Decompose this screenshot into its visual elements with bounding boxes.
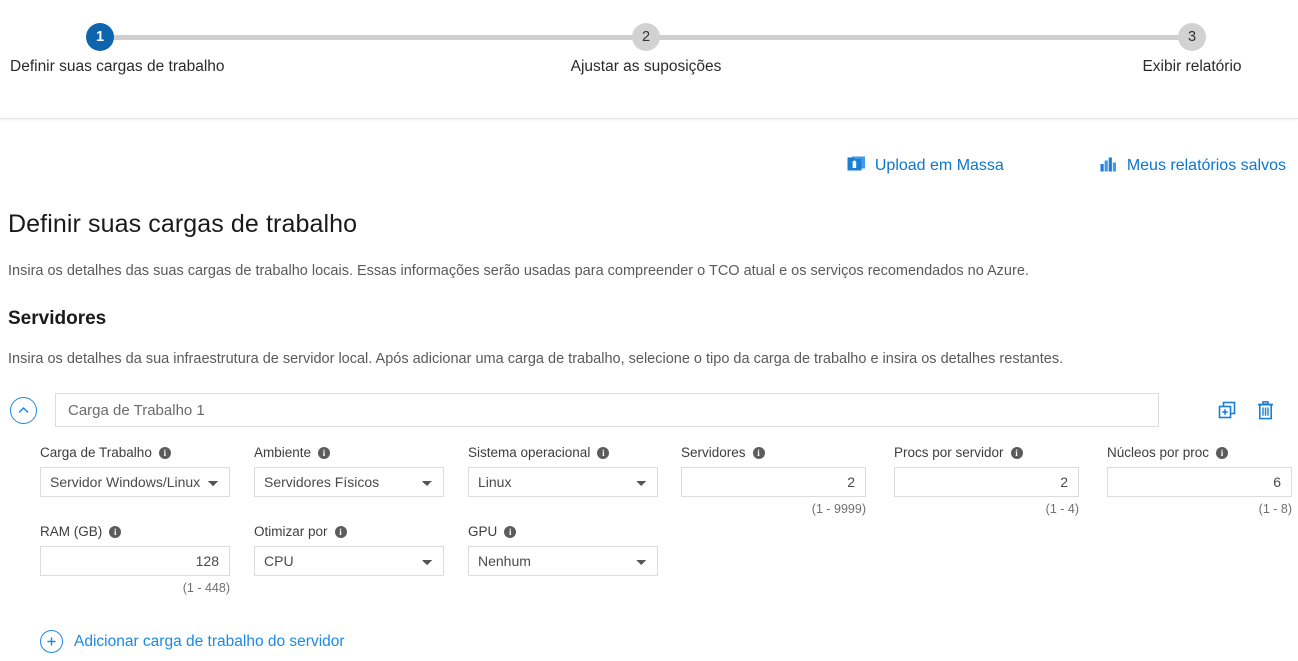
cores-per-proc-input[interactable] [1107,467,1292,497]
ram-range-hint: (1 - 448) [182,581,230,595]
workload-type-label-text: Carga de Trabalho [40,445,152,460]
cores-per-proc-range-hint: (1 - 8) [1258,502,1292,516]
folder-upload-icon [847,155,866,177]
ram-input[interactable] [40,546,230,576]
field-workload-type: Carga de Trabalho i Servidor Windows/Lin… [40,445,230,497]
cores-per-proc-label-text: Núcleos por proc [1107,445,1210,460]
info-icon[interactable]: i [597,446,610,459]
chevron-up-circle-icon[interactable] [10,396,37,424]
top-actions-bar: Upload em Massa Meus relatórios salvos [847,155,1286,177]
field-environment-label: Ambiente i [254,445,444,460]
field-workload-type-label: Carga de Trabalho i [40,445,230,460]
field-optimize-by: Otimizar por i CPU [254,524,444,576]
procs-per-server-input[interactable] [894,467,1079,497]
gpu-label-text: GPU [468,524,498,539]
field-servers-label: Servidores i [681,445,866,460]
saved-reports-link[interactable]: Meus relatórios salvos [1100,156,1286,177]
page-title: Definir suas cargas de trabalho [8,210,358,238]
workload-row-actions [1217,400,1276,421]
duplicate-icon[interactable] [1217,400,1238,421]
info-icon[interactable]: i [109,525,122,538]
operating-system-label-text: Sistema operacional [468,445,591,460]
stepper-step-1-label: Definir suas cargas de trabalho [10,58,225,75]
field-procs-per-server-label: Procs por servidor i [894,445,1079,460]
stepper-step-1[interactable]: 1 Definir suas cargas de trabalho [0,0,225,75]
field-optimize-by-label: Otimizar por i [254,524,444,539]
info-icon[interactable]: i [1216,446,1229,459]
optimize-by-select[interactable]: CPU [254,546,444,576]
stepper-step-3-label: Exibir relatório [1142,58,1242,75]
field-cores-per-proc-label: Núcleos por proc i [1107,445,1292,460]
progress-stepper: 1 Definir suas cargas de trabalho 2 Ajus… [0,0,1298,119]
info-icon[interactable]: i [158,446,171,459]
servers-range-hint: (1 - 9999) [811,502,866,516]
procs-per-server-label-text: Procs por servidor [894,445,1004,460]
add-server-workload-button[interactable]: Adicionar carga de trabalho do servidor [40,630,345,653]
field-operating-system: Sistema operacional i Linux [468,445,658,497]
info-icon[interactable]: i [334,525,347,538]
field-procs-per-server: Procs por servidor i (1 - 4) [894,445,1079,516]
servers-label-text: Servidores [681,445,746,460]
section-description-servers: Insira os detalhes da sua infraestrutura… [8,351,1064,367]
environment-select[interactable]: Servidores Físicos [254,467,444,497]
field-servers: Servidores i (1 - 9999) [681,445,866,516]
field-environment: Ambiente i Servidores Físicos [254,445,444,497]
bulk-upload-link[interactable]: Upload em Massa [847,155,1004,177]
stepper-step-1-number: 1 [86,23,114,51]
field-gpu: GPU i Nenhum [468,524,658,576]
field-operating-system-label: Sistema operacional i [468,445,658,460]
gpu-select[interactable]: Nenhum [468,546,658,576]
stepper-step-2-number: 2 [632,23,660,51]
info-icon[interactable]: i [504,525,517,538]
servers-input[interactable] [681,467,866,497]
workload-fields: Carga de Trabalho i Servidor Windows/Lin… [8,445,1292,625]
field-gpu-label: GPU i [468,524,658,539]
optimize-by-label-text: Otimizar por [254,524,328,539]
field-ram: RAM (GB) i (1 - 448) [40,524,230,595]
stepper-step-3-number: 3 [1178,23,1206,51]
field-cores-per-proc: Núcleos por proc i (1 - 8) [1107,445,1292,516]
stepper-step-2[interactable]: 2 Ajustar as suposições [546,0,746,75]
stepper-step-2-label: Ajustar as suposições [570,58,722,75]
workload-header-row [8,392,1290,428]
main-content: Definir suas cargas de trabalho Insira o… [8,210,1292,625]
plus-circle-icon [40,630,63,653]
operating-system-select[interactable]: Linux [468,467,658,497]
info-icon[interactable]: i [318,446,331,459]
info-icon[interactable]: i [1010,446,1023,459]
bar-chart-icon [1100,156,1118,177]
environment-label-text: Ambiente [254,445,312,460]
stepper-step-3[interactable]: 3 Exibir relatório [1092,0,1292,75]
page-description: Insira os detalhes das suas cargas de tr… [8,263,1029,279]
field-ram-label: RAM (GB) i [40,524,230,539]
section-title-servers: Servidores [8,308,107,329]
add-server-workload-label: Adicionar carga de trabalho do servidor [74,632,345,650]
bulk-upload-label: Upload em Massa [874,157,1004,174]
procs-per-server-range-hint: (1 - 4) [1045,502,1079,516]
ram-label-text: RAM (GB) [40,524,103,539]
saved-reports-label: Meus relatórios salvos [1126,157,1286,174]
info-icon[interactable]: i [752,446,765,459]
workload-name-input[interactable] [55,393,1159,427]
workload-type-select[interactable]: Servidor Windows/Linux [40,467,230,497]
trash-icon[interactable] [1255,400,1276,421]
